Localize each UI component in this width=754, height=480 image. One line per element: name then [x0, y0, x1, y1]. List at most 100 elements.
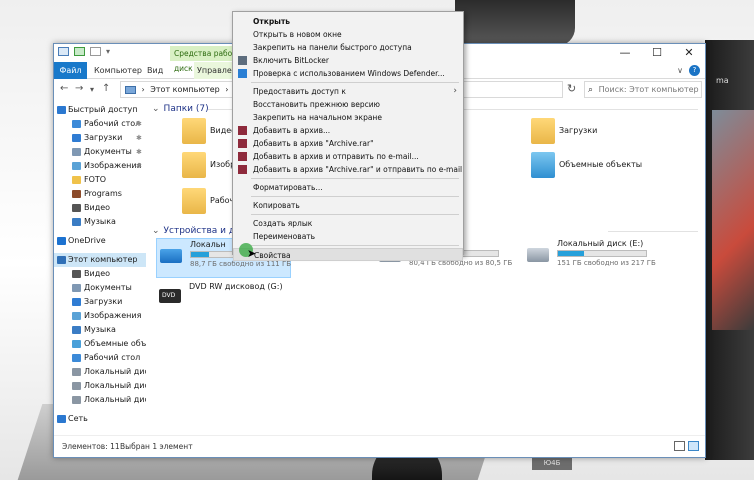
sidebar-item[interactable]: Programs: [54, 187, 146, 201]
menu-item[interactable]: Открыть: [233, 15, 463, 28]
refresh-icon[interactable]: ↻: [567, 82, 576, 95]
sidebar-item[interactable]: Сеть: [54, 412, 146, 426]
folder-tile[interactable]: Загрузки: [531, 116, 621, 152]
sidebar-item-icon: [72, 134, 81, 142]
search-input[interactable]: ⌕ Поиск: Этот компьютер: [584, 81, 702, 98]
menu-item[interactable]: Включить BitLocker: [233, 54, 463, 67]
sidebar-item[interactable]: Музыка: [54, 323, 146, 337]
sidebar-item-label: Быстрый доступ: [68, 105, 138, 114]
mouse-cursor-icon: ➤: [247, 247, 257, 260]
sidebar-item[interactable]: Этот компьютер: [54, 253, 146, 267]
menu-separator: [251, 245, 459, 246]
defender-icon: [238, 69, 247, 78]
forward-arrow-icon[interactable]: →: [75, 83, 83, 94]
menu-item[interactable]: Добавить в архив "Archive.rar": [233, 137, 463, 150]
sidebar-item[interactable]: Документы ✱: [54, 145, 146, 159]
sidebar-item[interactable]: Рабочий стол ✱: [54, 117, 146, 131]
sidebar-item[interactable]: Загрузки ✱: [54, 131, 146, 145]
menu-item[interactable]: Добавить в архив и отправить по e-mail..…: [233, 150, 463, 163]
folder-tile[interactable]: Объемные объекты: [531, 150, 671, 186]
properties-icon[interactable]: [74, 47, 85, 56]
menu-item[interactable]: Проверка с использованием Windows Defend…: [233, 67, 463, 80]
menu-item[interactable]: Копировать: [233, 199, 463, 212]
computer-icon: [125, 85, 136, 94]
menu-item[interactable]: Предоставить доступ к ›: [233, 85, 463, 98]
menu-item[interactable]: Открыть в новом окне: [233, 28, 463, 41]
status-bar: Элементов: 11 Выбран 1 элемент: [54, 435, 705, 457]
details-view-icon[interactable]: [674, 441, 685, 451]
maximize-button[interactable]: ☐: [641, 44, 673, 62]
sidebar-item[interactable]: Документы: [54, 281, 146, 295]
qat-dropdown-icon[interactable]: ▾: [106, 47, 110, 56]
sidebar-item[interactable]: Объемные объекты: [54, 337, 146, 351]
sidebar-item[interactable]: Локальный диск (E: [54, 393, 146, 407]
menu-item-label: Включить BitLocker: [253, 56, 329, 65]
tiles-view-icon[interactable]: [688, 441, 699, 451]
back-arrow-icon[interactable]: ←: [60, 83, 68, 94]
drive-tile-e[interactable]: Локальный диск (E:) 151 ГБ свободно из 2…: [524, 238, 664, 278]
help-icon[interactable]: ?: [689, 65, 700, 76]
sidebar-item-icon: [72, 298, 81, 306]
sidebar-item[interactable]: Локальный диск (D: [54, 379, 146, 393]
tab-computer[interactable]: Компьютер: [94, 62, 142, 79]
sidebar-item[interactable]: Локальный диск (C: [54, 365, 146, 379]
menu-item[interactable]: Закрепить на панели быстрого доступа: [233, 41, 463, 54]
menu-item-label: Переименовать: [253, 232, 316, 241]
menu-item[interactable]: Добавить в архив...: [233, 124, 463, 137]
menu-item[interactable]: Создать ярлык: [233, 217, 463, 230]
pin-icon: ✱: [136, 120, 142, 128]
menu-item[interactable]: Закрепить на начальном экране: [233, 111, 463, 124]
sidebar-item-label: FOTO: [84, 175, 107, 184]
folders-section-header[interactable]: ⌄ Папки (7): [152, 104, 209, 114]
dvd-drive-icon: DVD: [159, 289, 181, 303]
sidebar-item[interactable]: Музыка: [54, 215, 146, 229]
sidebar-item[interactable]: OneDrive: [54, 234, 146, 248]
menu-item-label: Восстановить прежнюю версию: [253, 100, 380, 109]
sidebar-item-label: Документы: [84, 283, 132, 292]
new-folder-icon[interactable]: [90, 47, 101, 56]
menu-item-label: Добавить в архив и отправить по e-mail..…: [253, 152, 419, 161]
sidebar-item[interactable]: Изображения ✱: [54, 159, 146, 173]
sidebar-item-label: Рабочий стол: [84, 119, 141, 128]
sidebar-item-label: Видео: [84, 203, 111, 212]
sidebar-item[interactable]: Видео: [54, 201, 146, 215]
menu-item[interactable]: Форматировать...: [233, 181, 463, 194]
menu-item-label: Закрепить на начальном экране: [253, 113, 382, 122]
desktop-folder-icon: [182, 188, 206, 214]
menu-item[interactable]: Переименовать: [233, 230, 463, 243]
menu-item-label: Добавить в архив "Archive.rar" и отправи…: [253, 165, 463, 174]
menu-item-label: Предоставить доступ к: [253, 87, 346, 96]
up-arrow-icon[interactable]: ↑: [102, 83, 110, 94]
menu-item[interactable]: Восстановить прежнюю версию: [233, 98, 463, 111]
sidebar-item-label: Документы: [84, 147, 132, 156]
sidebar-item-icon: [72, 396, 81, 404]
sidebar-item-label: Загрузки: [84, 133, 123, 142]
ribbon-expand-icon[interactable]: ∨: [677, 66, 683, 75]
close-button[interactable]: ✕: [673, 44, 705, 62]
sidebar-item-icon: [72, 162, 81, 170]
sidebar-item-icon: [72, 218, 81, 226]
search-placeholder: Поиск: Этот компьютер: [598, 85, 699, 94]
recent-locations-icon[interactable]: ▾: [90, 85, 94, 94]
sidebar-item[interactable]: Видео: [54, 267, 146, 281]
shield-icon: [238, 56, 247, 65]
sidebar-item-icon: [72, 382, 81, 390]
address-separator: ›: [225, 85, 229, 94]
tab-view[interactable]: Вид: [147, 62, 163, 79]
sidebar-item[interactable]: Изображения: [54, 309, 146, 323]
item-count: Элементов: 11: [62, 442, 120, 451]
menu-item[interactable]: Добавить в архив "Archive.rar" и отправи…: [233, 163, 463, 176]
tab-file[interactable]: Файл: [54, 62, 87, 79]
sidebar-item-label: Изображения: [84, 161, 142, 170]
menu-item[interactable]: Свойства: [233, 248, 463, 261]
sidebar-item-icon: [72, 354, 81, 362]
sidebar-item[interactable]: Быстрый доступ: [54, 103, 146, 117]
computer-icon: [58, 47, 69, 56]
sidebar-item[interactable]: Рабочий стол: [54, 351, 146, 365]
sidebar-item[interactable]: FOTO: [54, 173, 146, 187]
sidebar-item-icon: [72, 176, 81, 184]
dvd-drive-tile[interactable]: DVD DVD RW дисковод (G:): [156, 279, 306, 319]
sidebar-item[interactable]: Загрузки: [54, 295, 146, 309]
minimize-button[interactable]: —: [609, 44, 641, 62]
section-divider: [608, 231, 698, 232]
